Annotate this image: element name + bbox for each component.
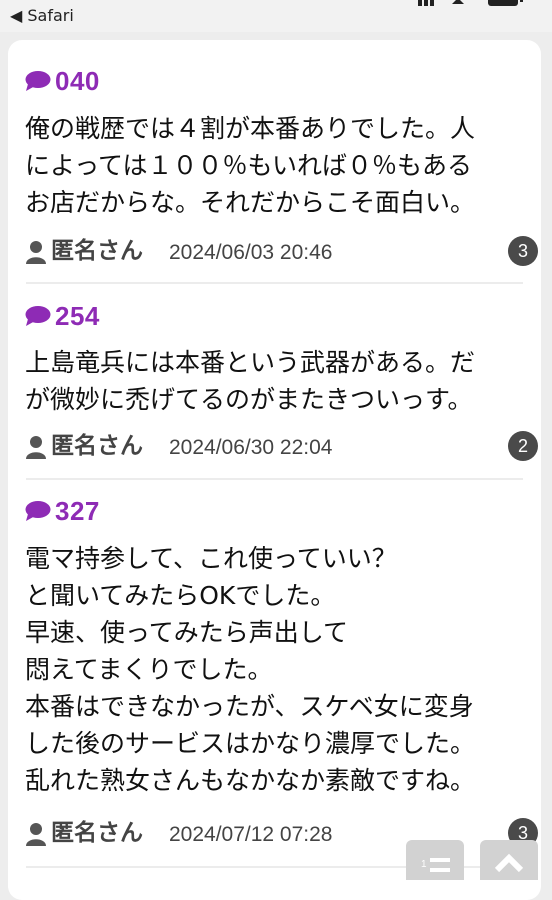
post-list-button[interactable]: 1 <box>406 840 464 880</box>
back-to-safari-link[interactable]: ◀ Safari <box>10 6 74 25</box>
reply-count-badge[interactable]: 3 <box>508 236 538 266</box>
chevron-up-icon <box>494 853 524 873</box>
post-divider <box>26 478 523 480</box>
person-icon <box>26 436 46 459</box>
svg-text:1: 1 <box>421 859 427 870</box>
reply-count-badge[interactable]: 2 <box>508 431 538 461</box>
author-name: 匿名さん <box>51 433 143 459</box>
person-icon <box>26 241 46 264</box>
post-date: 2024/06/30 22:04 <box>169 436 333 459</box>
author-name: 匿名さん <box>51 820 143 846</box>
thread-card: 040 俺の戦歴では４割が本番ありでした。人 によっては１００％もいれば０％もあ… <box>8 40 541 900</box>
post-number[interactable]: 040 <box>55 66 100 97</box>
comment-bubble-icon <box>25 306 51 326</box>
post-divider <box>26 282 523 284</box>
author-name: 匿名さん <box>51 238 143 264</box>
person-icon <box>26 823 46 846</box>
comment-bubble-icon <box>25 501 51 521</box>
post-number-row: 327 <box>25 496 100 526</box>
post-body: 俺の戦歴では４割が本番ありでした。人 によっては１００％もいれば０％もある お店… <box>25 114 476 217</box>
post-number-row: 254 <box>25 301 100 331</box>
post-number[interactable]: 254 <box>55 301 100 332</box>
post-date: 2024/07/12 07:28 <box>169 823 333 846</box>
post-number[interactable]: 327 <box>55 496 100 527</box>
post-body: 上島竜兵には本番という武器がある。だ が微妙に禿げてるのがまたきついっす。 <box>25 348 476 414</box>
status-bar: ◀ Safari <box>0 0 552 32</box>
post-date: 2024/06/03 20:46 <box>169 241 333 264</box>
post-number-row: 040 <box>25 66 100 96</box>
scroll-to-top-button[interactable] <box>480 840 538 880</box>
post-body: 電マ持参して、これ使っていい？ と聞いてみたらOKでした。 早速、使ってみたら声… <box>25 544 476 795</box>
list-icon: 1 <box>421 858 450 872</box>
post-meta: 匿名さん 2024/06/30 22:04 2 <box>25 431 538 463</box>
post-meta: 匿名さん 2024/06/03 20:46 3 <box>25 236 538 268</box>
status-icons <box>418 0 523 6</box>
comment-bubble-icon <box>25 71 51 91</box>
